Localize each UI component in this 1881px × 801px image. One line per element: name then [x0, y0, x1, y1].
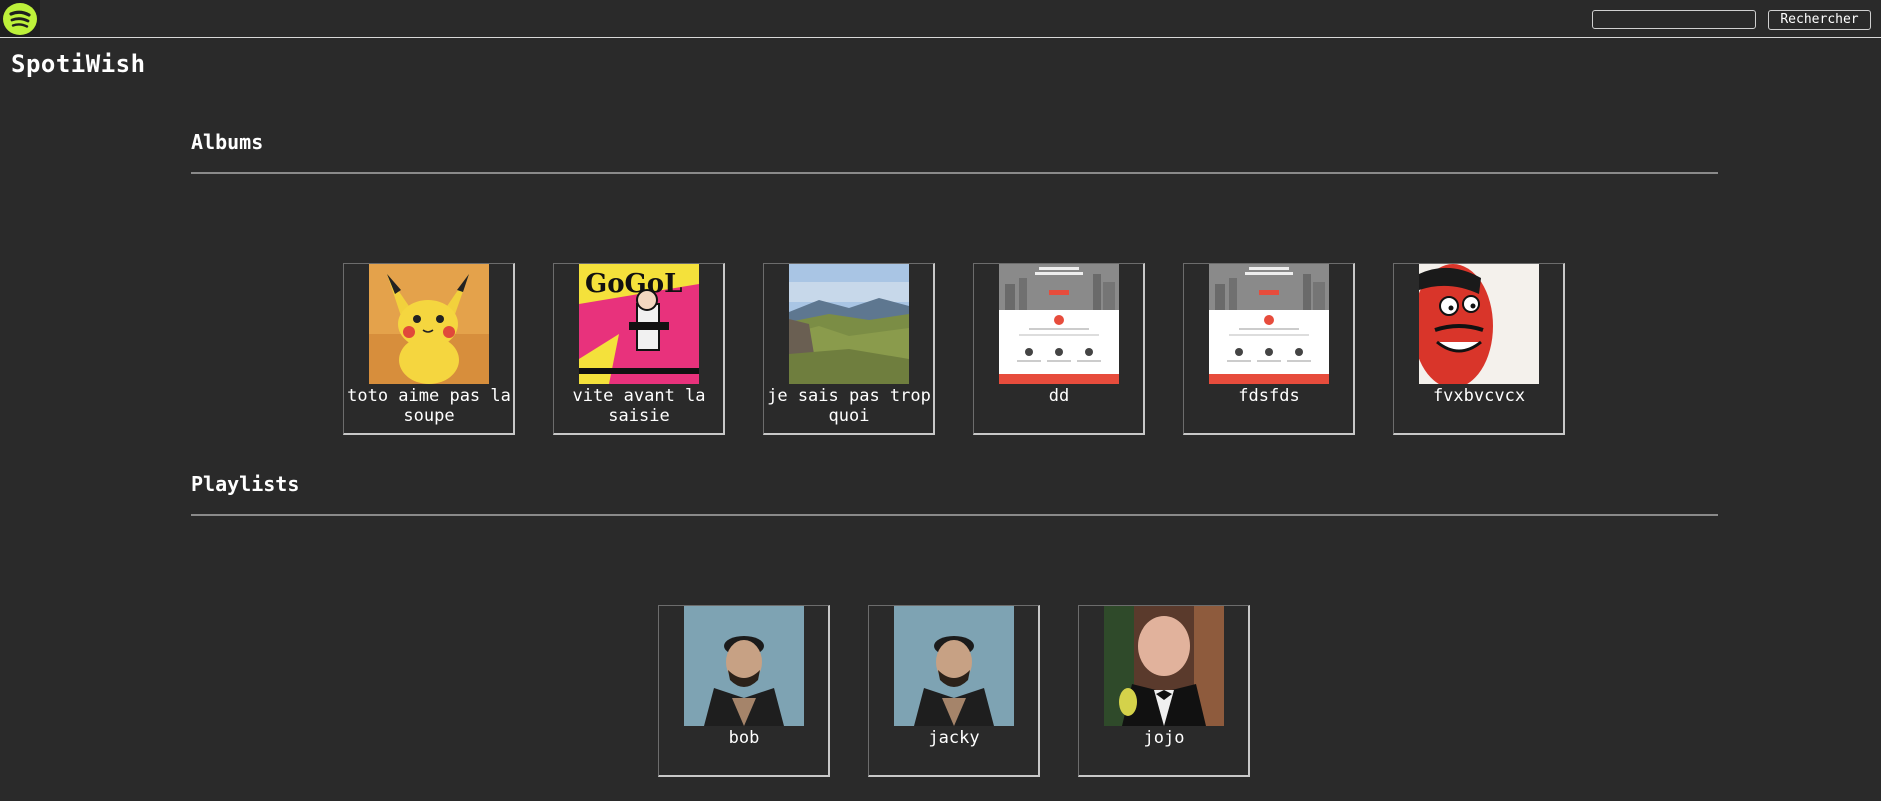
gogol-comic-cover-image: GoGoL — [579, 264, 699, 384]
spotify-logo-icon — [3, 3, 37, 35]
album-card[interactable]: fvxbvcvcx — [1393, 263, 1565, 435]
album-title: dd — [1048, 386, 1070, 406]
album-card[interactable]: dd — [973, 263, 1145, 435]
search-button[interactable]: Rechercher — [1768, 10, 1871, 30]
website-screenshot-cover-image — [999, 264, 1119, 384]
playlist-card[interactable]: jojo — [1078, 605, 1250, 777]
album-card[interactable]: toto aime pas la soupe — [343, 263, 515, 435]
album-title: toto aime pas la soupe — [347, 386, 511, 426]
playlist-title: bob — [728, 728, 760, 748]
playlist-card[interactable]: bob — [658, 605, 830, 777]
playlists-section-title: Playlists — [191, 472, 300, 496]
albums-divider — [191, 172, 1718, 174]
playlists-divider — [191, 514, 1718, 516]
album-title: je sais pas trop quoi — [767, 386, 931, 426]
playlist-title: jacky — [928, 728, 980, 748]
album-card[interactable]: je sais pas trop quoi — [763, 263, 935, 435]
svg-text:GoGoL: GoGoL — [585, 269, 682, 299]
playlist-title: jojo — [1143, 728, 1185, 748]
man-in-tuxedo-cover-image — [1104, 606, 1224, 726]
album-card[interactable]: GoGoL vite avant la saisie — [553, 263, 725, 435]
playlist-card[interactable]: jacky — [868, 605, 1040, 777]
album-title: vite avant la saisie — [572, 386, 706, 426]
biker-portrait-cover-image — [894, 606, 1014, 726]
search-input[interactable] — [1592, 10, 1756, 29]
logo[interactable] — [0, 0, 40, 37]
album-title: fdsfds — [1238, 386, 1300, 406]
album-card[interactable]: fdsfds — [1183, 263, 1355, 435]
pikachu-cover-image — [369, 264, 489, 384]
album-title: fvxbvcvcx — [1432, 386, 1526, 406]
biker-portrait-cover-image — [684, 606, 804, 726]
top-bar: Rechercher — [0, 0, 1881, 38]
app-title: SpotiWish — [11, 50, 146, 78]
albums-section-title: Albums — [191, 130, 264, 154]
cabu-beauf-cover-image — [1419, 264, 1539, 384]
website-screenshot-cover-image — [1209, 264, 1329, 384]
mountain-landscape-cover-image — [789, 264, 909, 384]
